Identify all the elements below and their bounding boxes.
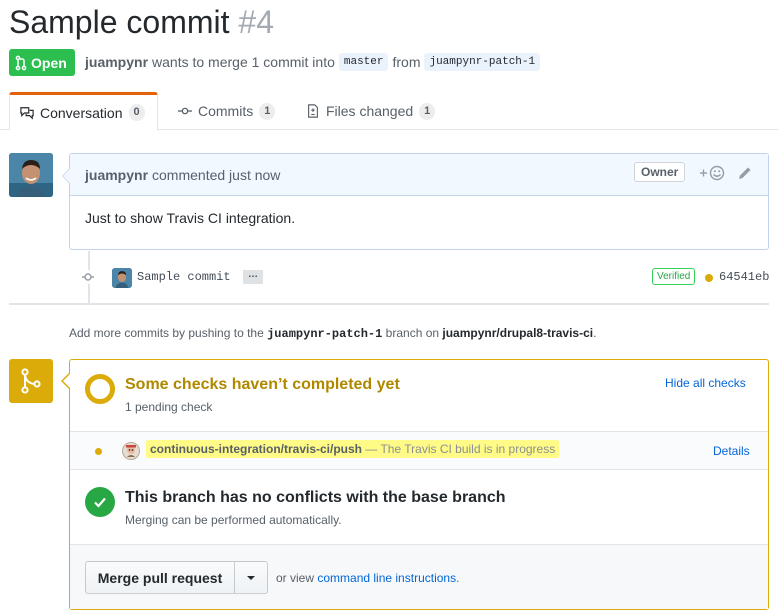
tab-files-changed-label: Files changed: [326, 103, 414, 119]
check-description: — The Travis CI build is in progress: [365, 442, 556, 456]
avatar-picture-icon: [112, 268, 132, 288]
check-context: continuous-integration/travis-ci/push: [150, 442, 363, 456]
tab-commits-count: 1: [259, 102, 276, 120]
verified-badge[interactable]: Verified: [652, 268, 696, 285]
checks-subtitle: 1 pending check: [125, 400, 213, 414]
diff-icon: [308, 104, 318, 118]
or-view-period: .: [456, 571, 460, 585]
tab-conversation-label: Conversation: [40, 104, 123, 121]
comment-action[interactable]: commented just now: [152, 167, 280, 183]
comment-box: juampynr commented just now Owner Just t…: [69, 153, 769, 250]
comment-discussion-icon: [20, 106, 34, 120]
timeline-commit-row: Sample commit … Verified 64541eb: [80, 266, 770, 290]
check-details-link[interactable]: Details: [713, 444, 750, 458]
tab-files-changed-count: 1: [419, 102, 436, 120]
travis-ci-avatar-icon: [122, 442, 140, 460]
merge-pull-request-button[interactable]: Merge pull request: [85, 561, 235, 594]
pr-meta: juampynr wants to merge 1 commit into ma…: [85, 53, 541, 71]
comment-author-avatar[interactable]: [9, 153, 53, 197]
git-commit-icon: [178, 107, 192, 115]
tab-commits-label: Commits: [198, 103, 254, 119]
pr-title-text: Sample commit: [9, 4, 230, 40]
owner-badge: Owner: [634, 162, 686, 182]
no-conflicts-subtitle: Merging can be performed automatically.: [125, 513, 342, 527]
git-merge-icon: [21, 368, 41, 394]
comment-body: Just to show Travis CI integration.: [85, 210, 296, 226]
no-conflicts-title: This branch has no conflicts with the ba…: [125, 489, 506, 506]
merge-status-icon-box: [9, 359, 53, 403]
commit-message-link[interactable]: Sample commit: [137, 270, 231, 284]
comment-caret-inner: [63, 169, 70, 183]
git-pull-request-icon: [15, 55, 27, 70]
triangle-down-icon: [247, 575, 255, 580]
pr-meta-text: wants to merge 1 commit into: [152, 54, 335, 70]
tab-conversation-count: 0: [128, 104, 145, 121]
state-badge: Open: [9, 49, 75, 76]
state-label: Open: [31, 54, 67, 71]
check-pending-dot-icon: [95, 448, 102, 455]
tab-conversation[interactable]: Conversation 0: [9, 92, 158, 130]
commit-author-avatar[interactable]: [112, 268, 132, 288]
add-more-middle: branch on: [385, 326, 440, 340]
head-branch[interactable]: juampynr-patch-1: [424, 53, 541, 71]
base-branch[interactable]: master: [338, 53, 389, 71]
merge-footer: Merge pull request or view command line …: [70, 544, 768, 609]
commit-pending-status-icon[interactable]: [705, 274, 713, 282]
add-more-repo: juampynr/drupal8-travis-ci: [442, 326, 594, 340]
pr-number: #4: [238, 4, 274, 40]
checks-title: Some checks haven’t completed yet: [125, 376, 400, 393]
add-more-commits-hint: Add more commits by pushing to the juamp…: [69, 326, 596, 341]
edit-pencil-icon[interactable]: [738, 166, 752, 183]
add-more-branch: juampynr-patch-1: [267, 327, 383, 341]
tab-files-changed[interactable]: Files changed 1: [296, 92, 445, 130]
merge-box-caret-inner: [63, 374, 70, 388]
command-line-hint: or view command line instructions.: [276, 571, 459, 585]
command-line-instructions-link[interactable]: command line instructions: [317, 571, 456, 585]
or-view-text: or view: [276, 571, 315, 585]
add-more-prefix: Add more commits by pushing to the: [69, 326, 264, 340]
hide-all-checks-link[interactable]: Hide all checks: [665, 376, 746, 390]
add-reaction-icon[interactable]: [698, 165, 726, 184]
pending-status-icon: [85, 374, 115, 404]
check-item-text: continuous-integration/travis-ci/push — …: [146, 440, 560, 458]
check-item-row: continuous-integration/travis-ci/push — …: [70, 431, 768, 470]
pr-title: Sample commit #4: [9, 4, 274, 41]
comment-author[interactable]: juampynr: [85, 167, 148, 183]
commit-expand-button[interactable]: …: [243, 270, 263, 284]
avatar-picture-icon: [9, 153, 53, 197]
merge-method-dropdown-button[interactable]: [234, 561, 268, 594]
tab-commits[interactable]: Commits 1: [168, 92, 285, 130]
no-conflicts-check-icon: [85, 487, 115, 517]
git-commit-icon: [80, 270, 96, 284]
commit-sha-link[interactable]: 64541eb: [719, 270, 769, 284]
pr-author-link[interactable]: juampynr: [85, 54, 148, 70]
from-text: from: [392, 54, 421, 70]
add-more-suffix: .: [593, 326, 597, 340]
timeline-end-divider: [9, 303, 769, 305]
